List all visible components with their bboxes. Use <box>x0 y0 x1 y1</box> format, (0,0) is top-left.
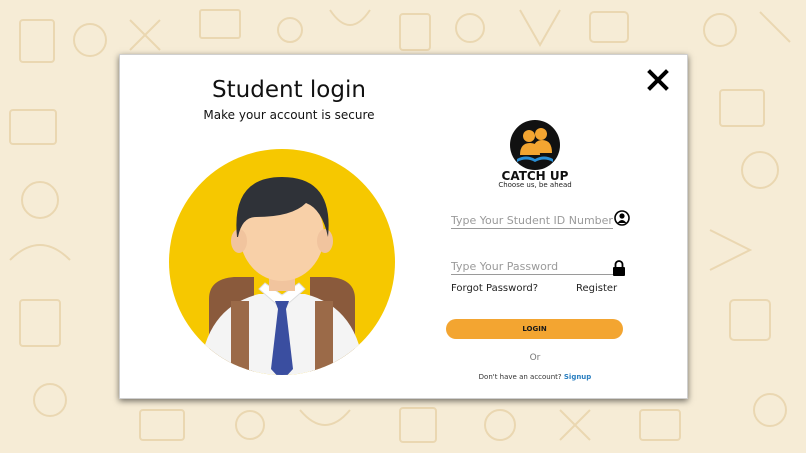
register-link[interactable]: Register <box>576 283 617 294</box>
student-avatar-illustration <box>169 149 395 375</box>
or-divider-text: Or <box>529 353 541 363</box>
lock-icon <box>613 260 625 276</box>
catch-up-logo <box>510 120 560 170</box>
student-id-input[interactable] <box>451 212 613 229</box>
user-icon <box>614 210 630 226</box>
student-login-modal: Student login Make your account is secur… <box>119 54 688 399</box>
password-input[interactable] <box>451 258 613 275</box>
signup-link[interactable]: Signup <box>564 373 591 381</box>
brand-tagline: Choose us, be ahead <box>498 181 572 189</box>
close-icon[interactable] <box>645 67 671 93</box>
signup-prompt: Don't have an account? Signup <box>450 373 620 381</box>
forgot-password-link[interactable]: Forgot Password? <box>451 283 538 294</box>
page-title: Student login <box>212 77 366 103</box>
page-subtitle: Make your account is secure <box>203 108 375 122</box>
no-account-text: Don't have an account? <box>478 373 562 381</box>
login-button[interactable]: LOGIN <box>446 319 623 339</box>
